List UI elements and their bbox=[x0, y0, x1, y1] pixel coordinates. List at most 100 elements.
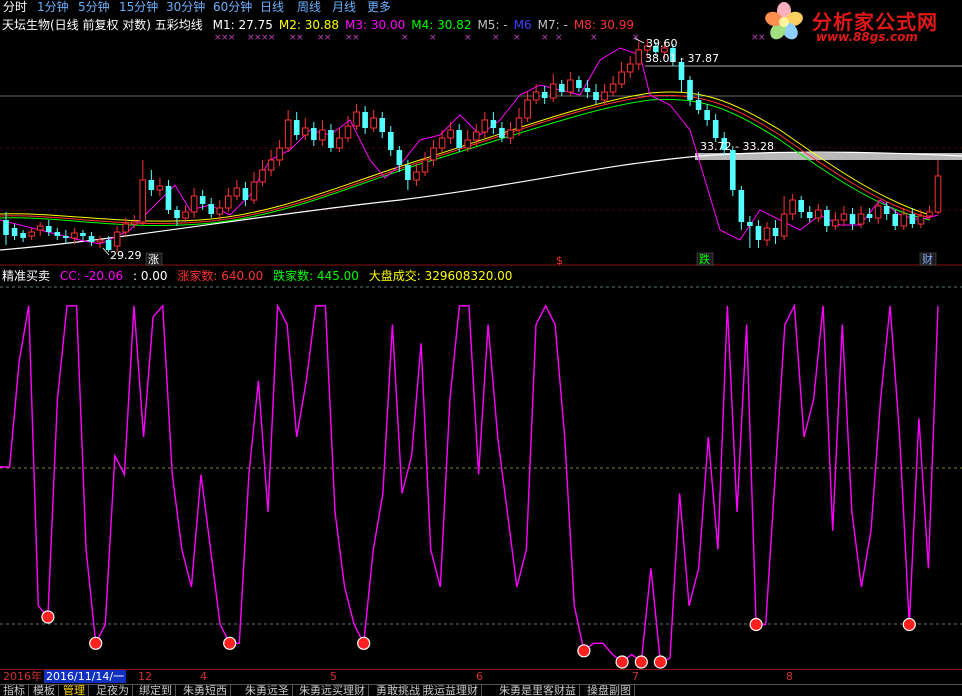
candle-body bbox=[857, 213, 865, 225]
bottom-tab-9[interactable]: 我运益理财 bbox=[420, 685, 482, 696]
ma-readout-7: M7: - bbox=[537, 18, 568, 32]
candle-body bbox=[472, 131, 480, 141]
buy-signal-dot bbox=[357, 636, 371, 650]
oscillator-value: : 0.00 bbox=[132, 269, 168, 283]
date-month-tick: 6 bbox=[476, 670, 483, 683]
market-volume: 大盘成交: 329608320.00 bbox=[368, 269, 513, 283]
candle-body bbox=[216, 207, 224, 215]
ma-readout-6: M6 bbox=[513, 18, 532, 32]
candle-body bbox=[609, 83, 617, 93]
bottom-tab-6[interactable]: 朱勇远圣 bbox=[242, 685, 293, 696]
ma-readout-4: M4: 30.82 bbox=[411, 18, 472, 32]
candle-body bbox=[532, 91, 540, 101]
candle-body bbox=[3, 220, 9, 235]
signal-die-label: 跌 bbox=[699, 252, 710, 266]
candle-body bbox=[558, 84, 565, 92]
signal-x-mark: × bbox=[555, 33, 563, 43]
signal-dollar-label: $ bbox=[556, 254, 563, 267]
candle-body bbox=[54, 232, 61, 236]
bottom-tab-bar: 指标 模板 管理 足夜为 绑定到 朱勇短西 朱勇远圣 朱勇远买理财 勇敢挑战 我运益理财 朱勇是里客… bbox=[0, 684, 962, 696]
candle-body bbox=[190, 195, 198, 213]
signal-x-mark: × bbox=[541, 33, 549, 43]
candle-body bbox=[934, 175, 942, 213]
candle-body bbox=[549, 83, 557, 99]
buy-signal-dot bbox=[223, 636, 237, 650]
ma-readout-8: M8: 30.99 bbox=[573, 18, 635, 32]
current-date-label: 2016/11/14/一 bbox=[44, 670, 127, 683]
candle-body bbox=[130, 221, 138, 225]
bottom-tab-10[interactable]: 朱勇是里客财益 bbox=[496, 685, 580, 696]
bottom-tab-11[interactable]: 操盘副图 bbox=[584, 685, 635, 696]
candle-body bbox=[63, 236, 69, 238]
candle-body bbox=[225, 195, 232, 209]
candle-body bbox=[267, 159, 275, 171]
candle-body bbox=[780, 213, 788, 237]
signal-x-mark: × bbox=[632, 33, 640, 43]
candle-body bbox=[259, 169, 266, 183]
candle-body bbox=[96, 239, 104, 243]
date-month-tick: 5 bbox=[330, 670, 337, 683]
candle-body bbox=[747, 222, 753, 226]
bottom-tab-8[interactable]: 勇敢挑战 bbox=[373, 685, 424, 696]
candle-body bbox=[301, 127, 309, 136]
signal-cai-label: 财 bbox=[922, 252, 933, 266]
buy-signal-dot bbox=[902, 617, 916, 632]
candle-body bbox=[284, 119, 292, 149]
candle-body bbox=[413, 171, 420, 181]
candle-body bbox=[139, 179, 147, 223]
signal-x-mark: × bbox=[228, 33, 236, 43]
bottom-tab-2[interactable]: 管理 bbox=[60, 685, 89, 696]
candle-body bbox=[866, 214, 873, 218]
buy-signal-dot bbox=[615, 655, 629, 669]
candle-body bbox=[242, 188, 249, 200]
candle-body bbox=[738, 190, 745, 222]
candle-body bbox=[695, 100, 702, 110]
candle-body bbox=[208, 204, 215, 214]
candle-body bbox=[122, 223, 130, 233]
candle-body bbox=[250, 181, 258, 201]
candle-body bbox=[576, 80, 582, 88]
date-axis-bar: 2016年 2016/11/14/一 12 4 5 6 7 8 bbox=[0, 669, 962, 683]
candle-body bbox=[874, 205, 882, 219]
buy-signal-dot bbox=[89, 636, 103, 650]
candle-body bbox=[601, 91, 608, 101]
candle-body bbox=[798, 200, 804, 212]
price-panel-header: 天坛生物(日线 前复权 对数) 五彩均线 M1: 27.75 M2: 30.88 M… bbox=[2, 17, 646, 33]
bottom-tab-3[interactable]: 足夜为 bbox=[93, 685, 133, 696]
signal-x-mark: × bbox=[352, 33, 360, 43]
bottom-tab-0[interactable]: 指标 bbox=[0, 685, 29, 696]
buy-signal-dot bbox=[577, 644, 591, 658]
candle-body bbox=[481, 119, 489, 133]
candle-body bbox=[311, 128, 317, 140]
bottom-tab-5[interactable]: 朱勇短西 bbox=[180, 685, 231, 696]
range-upper-label: 38.01 - 37.87 bbox=[645, 52, 719, 65]
candle-body bbox=[430, 147, 437, 161]
date-month-tick: 4 bbox=[200, 670, 207, 683]
chart-canvas[interactable]: 39.60 38.01 - 37.87 33.72 - 33.28 29.29 … bbox=[0, 0, 962, 669]
candle-body bbox=[80, 233, 86, 236]
oscillator-cc-value: CC: -20.06 bbox=[59, 269, 124, 283]
candle-body bbox=[20, 233, 26, 238]
candle-body bbox=[507, 129, 514, 139]
candle-body bbox=[755, 226, 762, 240]
signal-x-mark: × bbox=[513, 33, 521, 43]
ma-readout-5: M5: - bbox=[477, 18, 508, 32]
candle-body bbox=[626, 63, 634, 73]
bottom-tab-7[interactable]: 朱勇远买理财 bbox=[296, 685, 369, 696]
candle-body bbox=[892, 214, 899, 226]
range-lower-label: 33.72 - 33.28 bbox=[700, 140, 774, 153]
decliners-count: 跌家数: 445.00 bbox=[273, 269, 359, 283]
signal-x-mark: × bbox=[401, 33, 409, 43]
candle-body bbox=[28, 231, 35, 237]
indicator-title: 天坛生物(日线 前复权 对数) 五彩均线 bbox=[2, 18, 203, 32]
ma-readout-3: M3: 30.00 bbox=[345, 18, 406, 32]
ma-readout-1: M1: 27.75 bbox=[212, 18, 273, 32]
buy-signal-dots bbox=[41, 610, 916, 669]
bottom-tab-4[interactable]: 绑定到 bbox=[136, 685, 176, 696]
bottom-tab-1[interactable]: 模板 bbox=[30, 685, 59, 696]
candle-body bbox=[174, 210, 180, 218]
price-high-label: 39.60 bbox=[646, 37, 678, 50]
candle-body bbox=[635, 49, 643, 65]
buy-signal-dot bbox=[749, 617, 763, 632]
candle-body bbox=[276, 147, 283, 161]
